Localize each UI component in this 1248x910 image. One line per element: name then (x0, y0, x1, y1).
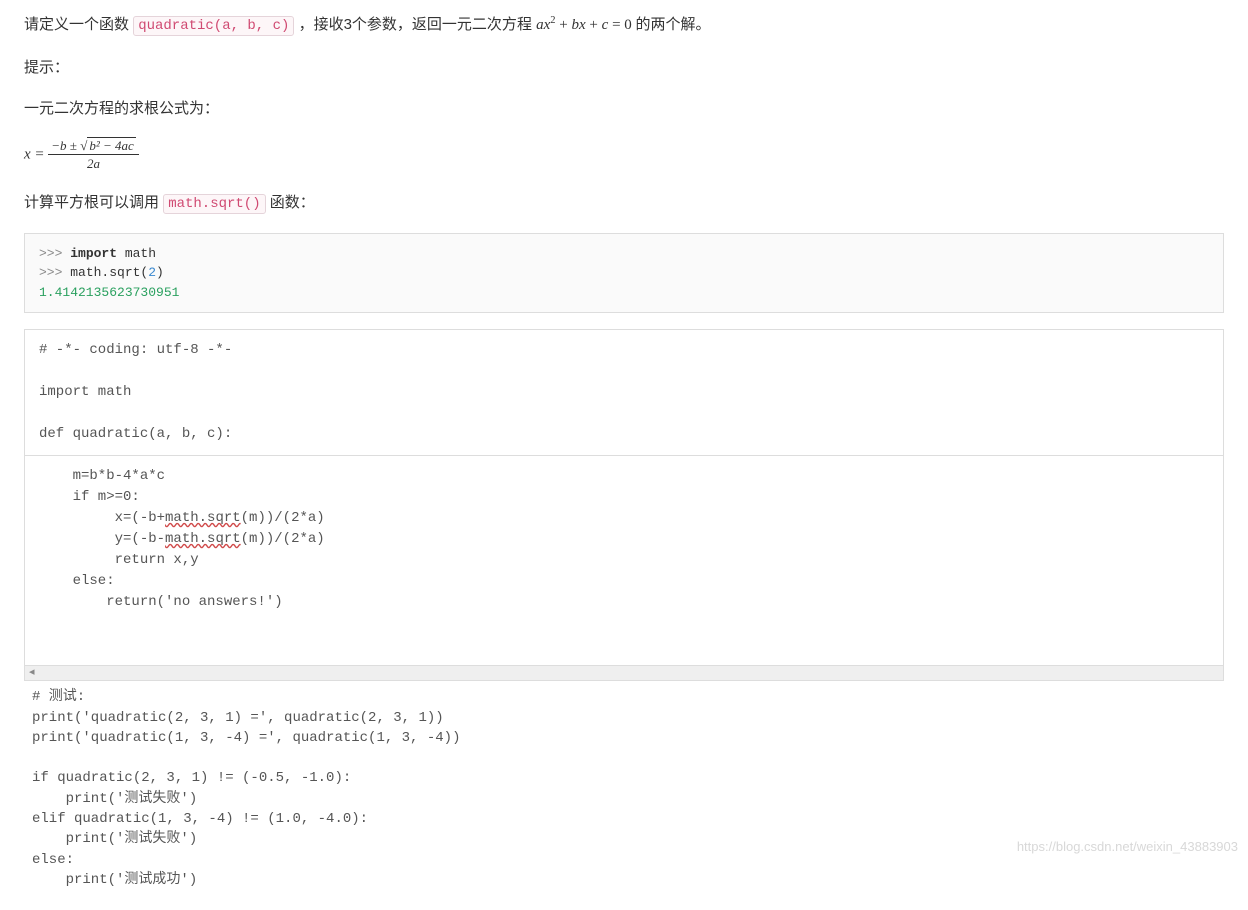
intro-code: quadratic(a, b, c) (133, 16, 294, 36)
formula-fraction: −b ± b² − 4ac 2a (48, 138, 139, 172)
quadratic-formula: x = −b ± b² − 4ac 2a (24, 138, 1224, 172)
spell-error: math.sqrt (165, 510, 241, 526)
tests-block: # 测试: print('quadratic(2, 3, 1) =', quad… (24, 681, 1224, 898)
editor-top: # -*- coding: utf-8 -*- import math def … (25, 330, 1223, 455)
intro-prefix: 请定义一个函数 (24, 16, 129, 33)
formula-num-prefix: −b ± (51, 138, 80, 153)
editor-block: # -*- coding: utf-8 -*- import math def … (24, 329, 1224, 681)
intro-paragraph: 请定义一个函数 quadratic(a, b, c) ，接收3个参数，返回一元二… (24, 12, 1224, 39)
formula-label: 一元二次方程的求根公式为： (24, 96, 1224, 122)
editor-body: m=b*b-4*a*c if m>=0: x=(-b+math.sqrt(m))… (25, 455, 1223, 665)
hint-label: 提示： (24, 55, 1224, 81)
intro-suffix: 的两个解。 (636, 16, 711, 33)
intro-mid: ，接收3个参数，返回一元二次方程 (299, 16, 537, 33)
repl-block: >>> import math >>> math.sqrt(2) 1.41421… (24, 233, 1224, 314)
sqrt-code: math.sqrt() (163, 194, 265, 214)
sqrt-hint: 计算平方根可以调用 math.sqrt() 函数： (24, 190, 1224, 217)
spell-error: math.sqrt (165, 531, 241, 547)
sqrt-icon: b² − 4ac (80, 138, 136, 154)
intro-equation: ax2 + bx + c = 0 (536, 17, 635, 33)
editor-scrollbar[interactable] (25, 665, 1223, 680)
